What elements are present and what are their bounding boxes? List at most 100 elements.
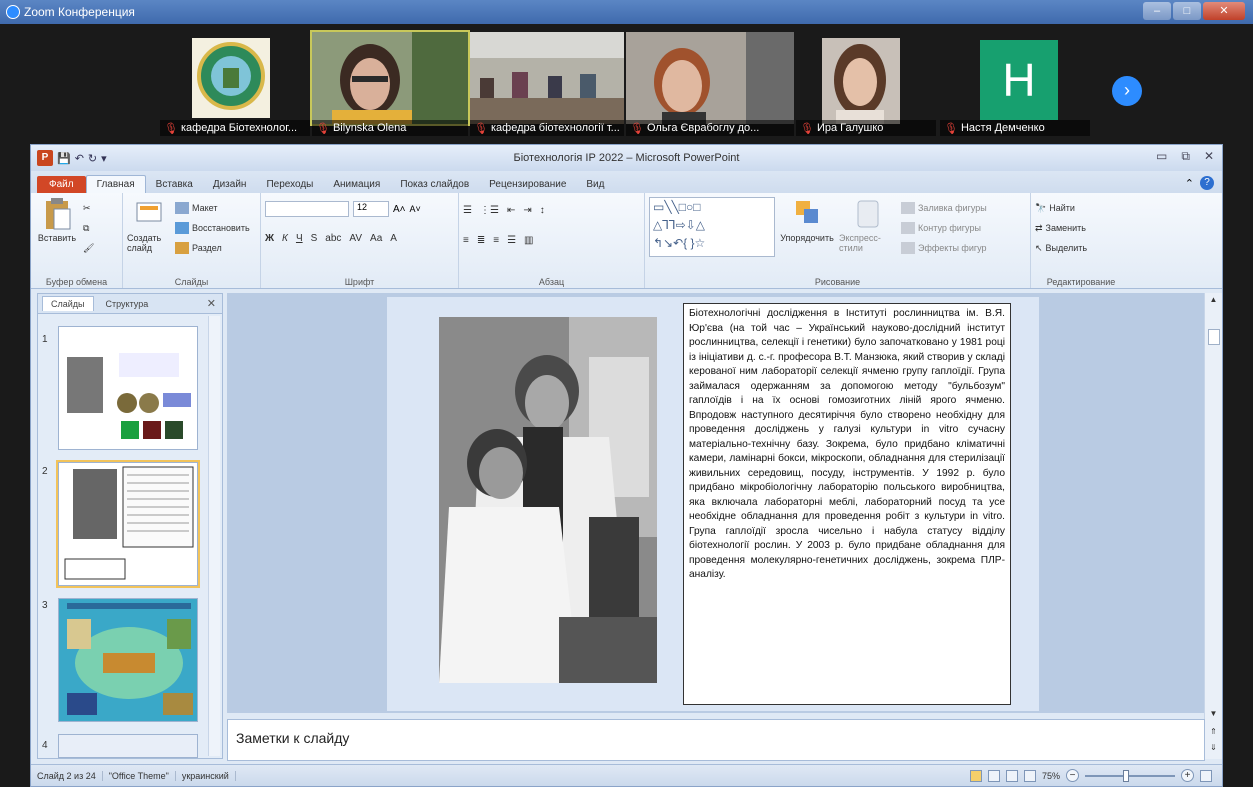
align-left-icon[interactable]: ≡ [463,235,469,246]
participant-video [626,32,794,124]
quick-styles-button[interactable]: Экспресс-стили [839,197,895,257]
undo-icon[interactable]: ↶ [75,152,84,165]
underline-icon[interactable]: Ч [296,233,303,244]
customize-qat-icon[interactable]: ▾ [101,152,107,165]
previous-slide-icon[interactable]: ⇑ [1205,725,1222,739]
shapes-gallery[interactable]: ▭╲╲□○□ △⅂⅂⇨⇩△ ↰↘↶{ }☆ [649,197,775,257]
language-indicator[interactable]: украинский [176,770,236,781]
slide-thumbnail-2[interactable] [56,460,200,588]
grow-font-icon[interactable]: A˄ [393,204,406,215]
bold-icon[interactable]: Ж [265,233,274,244]
decrease-indent-icon[interactable]: ⇤ [507,205,515,216]
slide-thumbnail-1[interactable] [58,326,198,450]
font-color-icon[interactable]: A [390,233,397,244]
participant-tile[interactable]: 🎙 кафедра біотехнології т... [470,32,624,136]
cut-icon[interactable]: ✂ [83,199,94,217]
next-slide-icon[interactable]: ⇓ [1205,741,1222,755]
strikethrough-icon[interactable]: abc [325,233,341,244]
copy-icon[interactable]: ⧉ [83,219,94,237]
new-slide-button[interactable]: Создать слайд [127,197,171,257]
tab-slides[interactable]: Слайды [42,296,94,311]
slideshow-view-icon[interactable] [1023,769,1036,782]
justify-icon[interactable]: ☰ [507,235,516,246]
maximize-button[interactable]: □ [1173,2,1201,20]
redo-icon[interactable]: ↻ [88,152,97,165]
next-page-arrow-icon[interactable]: › [1112,76,1142,106]
tab-review[interactable]: Рецензирование [479,176,576,193]
slide-photo[interactable] [439,317,657,683]
mic-muted-icon: 🎙 [164,122,178,135]
slide-text-box[interactable]: Біотехнологічні дослідження в Інституті … [683,303,1011,705]
replace-button[interactable]: ⇄ Заменить [1035,219,1127,237]
editor-scrollbar[interactable]: ▲ ▼ ⇑ ⇓ [1204,293,1222,759]
char-spacing-icon[interactable]: AV [349,233,362,244]
arrange-button[interactable]: Упорядочить [780,197,834,257]
change-case-icon[interactable]: Aa [370,233,382,244]
tab-outline[interactable]: Структура [98,297,157,311]
columns-icon[interactable]: ▥ [524,235,533,246]
participant-tile[interactable]: H 🎙 Настя Демченко [940,32,1090,136]
section-button[interactable]: Раздел [175,239,250,257]
slide-thumbnail-4[interactable] [58,734,198,758]
shape-outline-button[interactable]: Контур фигуры [901,219,987,237]
slide-thumbnail-3[interactable] [58,598,198,722]
zoom-in-icon[interactable]: + [1181,769,1194,782]
reading-view-icon[interactable] [1005,769,1018,782]
tab-view[interactable]: Вид [576,176,614,193]
zoom-slider[interactable] [1085,769,1175,782]
ppt-close-icon[interactable]: ✕ [1204,149,1214,164]
font-size-field[interactable]: 12 [353,201,389,217]
ppt-restore-icon[interactable]: ⧉ [1181,149,1190,164]
find-button[interactable]: 🔭 Найти [1035,199,1127,217]
participant-tile[interactable]: 🎙 Ольга Єврабоглу до... [626,32,794,136]
document-title: Біотехнологія ІР 2022 – Microsoft PowerP… [513,152,740,164]
bullets-icon[interactable]: ☰ [463,205,472,216]
help-icon[interactable]: ? [1200,176,1214,190]
increase-indent-icon[interactable]: ⇥ [523,205,531,216]
numbering-icon[interactable]: ⋮☰ [480,205,499,216]
tab-home[interactable]: Главная [85,175,146,193]
scroll-down-icon[interactable]: ▼ [1205,707,1222,721]
tab-transitions[interactable]: Переходы [256,176,323,193]
align-right-icon[interactable]: ≡ [493,235,499,246]
zoom-slider-knob[interactable] [1123,769,1129,782]
shadow-icon[interactable]: S [311,233,318,244]
paragraph-row-2: ≡ ≣ ≡ ☰ ▥ [463,231,640,249]
powerpoint-logo-icon[interactable]: P [37,150,53,166]
shape-effects-button[interactable]: Эффекты фигур [901,239,987,257]
notes-pane[interactable]: Заметки к слайду [227,719,1205,761]
zoom-out-icon[interactable]: − [1066,769,1079,782]
font-name-field[interactable] [265,201,349,217]
tab-animations[interactable]: Анимация [323,176,390,193]
minimize-button[interactable]: – [1143,2,1171,20]
select-button[interactable]: ↖ Выделить [1035,239,1127,257]
paste-button[interactable]: Вставить [35,197,79,257]
minimize-ribbon-icon[interactable]: ⌃ [1185,177,1194,190]
italic-icon[interactable]: К [282,233,288,244]
ppt-minimize-icon[interactable]: ▭ [1156,149,1167,164]
scroll-thumb[interactable] [1208,329,1220,345]
panel-close-icon[interactable]: ✕ [207,297,216,310]
shape-fill-button[interactable]: Заливка фигуры [901,199,987,217]
tab-slideshow[interactable]: Показ слайдов [390,176,479,193]
zoom-level[interactable]: 75% [1042,771,1060,781]
format-painter-icon[interactable]: 🖌 [83,239,94,257]
reset-button[interactable]: Восстановить [175,219,250,237]
line-spacing-icon[interactable]: ↕ [540,205,545,216]
participant-tile[interactable]: 🎙 кафедра Біотехнолог... [160,32,310,136]
tab-insert[interactable]: Вставка [146,176,203,193]
align-center-icon[interactable]: ≣ [477,235,485,246]
slide-sorter-icon[interactable] [987,769,1000,782]
save-icon[interactable]: 💾 [57,152,71,165]
close-button[interactable]: ✕ [1203,2,1245,20]
layout-button[interactable]: Макет [175,199,250,217]
shrink-font-icon[interactable]: A˅ [410,204,421,214]
tab-design[interactable]: Дизайн [203,176,257,193]
participant-tile[interactable]: 🎙 Bilynska Olena [310,30,470,136]
participant-tile[interactable]: 🎙 Ира Галушко [796,32,936,136]
scroll-up-icon[interactable]: ▲ [1205,293,1222,307]
tab-file[interactable]: Файл [37,176,86,193]
normal-view-icon[interactable] [969,769,982,782]
fit-to-window-icon[interactable] [1200,769,1212,782]
panel-scrollbar[interactable] [208,316,220,756]
